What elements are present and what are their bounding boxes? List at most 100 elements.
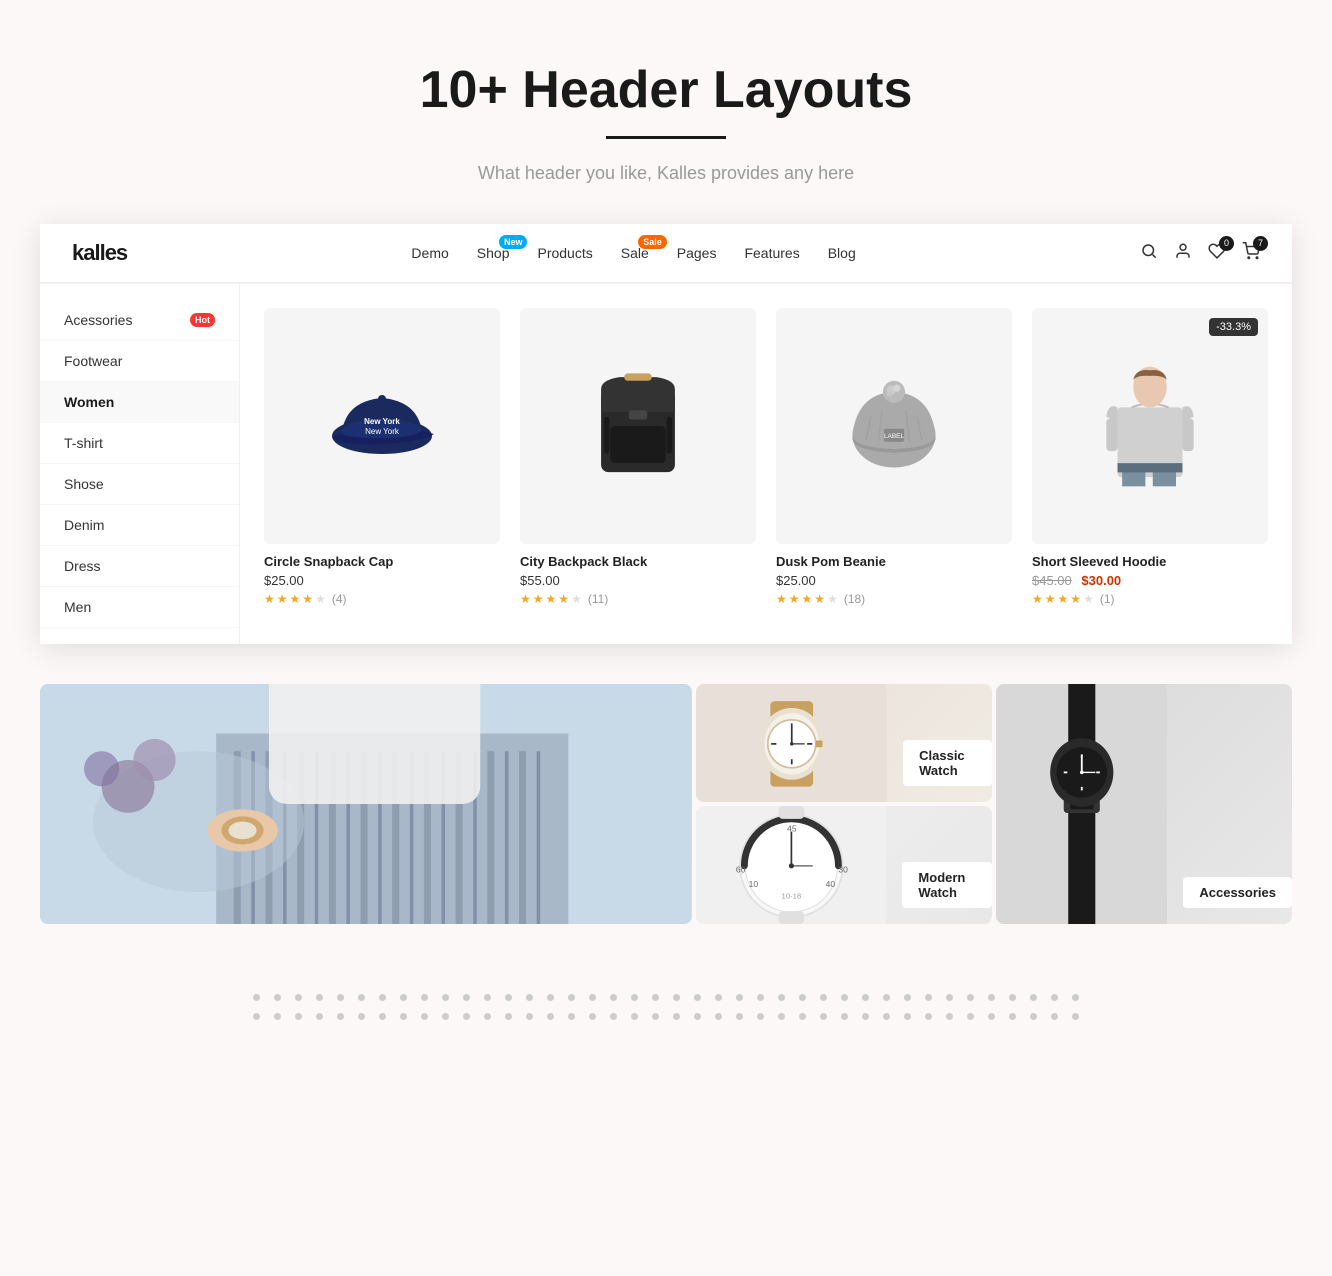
classic-watch-label: Classic Watch — [903, 740, 992, 786]
product-card-cap[interactable]: New York New York Circle Snapback Cap $2… — [264, 308, 500, 620]
dot — [925, 994, 932, 1001]
dot — [799, 1013, 806, 1020]
dot — [610, 994, 617, 1001]
star-1: ★ — [264, 592, 275, 606]
nav-item-demo[interactable]: Demo — [411, 245, 448, 261]
dot — [673, 994, 680, 1001]
dot — [820, 1013, 827, 1020]
star-5: ★ — [1083, 592, 1094, 606]
dot — [1030, 994, 1037, 1001]
sidebar-item-men[interactable]: Men — [40, 587, 239, 628]
nav-item-products[interactable]: Products — [537, 245, 592, 261]
sidebar-item-footwear[interactable]: Footwear — [40, 341, 239, 382]
star-5: ★ — [827, 592, 838, 606]
dot — [841, 994, 848, 1001]
dot — [547, 994, 554, 1001]
logo[interactable]: kalles — [72, 240, 127, 266]
star-2: ★ — [789, 592, 800, 606]
account-button[interactable] — [1174, 242, 1192, 265]
nav-item-shop[interactable]: Shop New — [477, 245, 510, 261]
cat-card-classic-watch[interactable]: Classic Watch — [696, 684, 992, 802]
dot — [988, 1013, 995, 1020]
search-button[interactable] — [1140, 242, 1158, 265]
dot — [295, 1013, 302, 1020]
product-card-beanie[interactable]: LABEL Dusk Pom Beanie $25.00 ★ ★ ★ ★ ★ — [776, 308, 1012, 620]
product-rating: ★ ★ ★ ★ ★ (1) — [1032, 592, 1268, 606]
cart-button[interactable]: 7 — [1242, 242, 1260, 265]
svg-text:10: 10 — [748, 879, 758, 889]
dot — [862, 994, 869, 1001]
hero-divider — [606, 136, 726, 139]
wishlist-button[interactable]: 0 — [1208, 242, 1226, 265]
discount-badge: -33.3% — [1209, 318, 1258, 336]
dropdown-area: Acessories Hot Footwear Women T-shirt Sh… — [40, 283, 1292, 644]
dot — [274, 994, 281, 1001]
dot — [253, 1013, 260, 1020]
nav-item-sale[interactable]: Sale Sale — [621, 245, 649, 261]
sidebar-label: T-shirt — [64, 435, 103, 451]
review-count: (1) — [1100, 592, 1115, 606]
dot — [1009, 994, 1016, 1001]
women-bg — [40, 684, 692, 924]
wishlist-count: 0 — [1219, 236, 1234, 251]
dot — [295, 994, 302, 1001]
product-price: $25.00 — [776, 573, 1012, 588]
sidebar-item-dress[interactable]: Dress — [40, 546, 239, 587]
sidebar-label: Footwear — [64, 353, 122, 369]
hero-subtitle: What header you like, Kalles provides an… — [20, 163, 1312, 184]
star-4: ★ — [1070, 592, 1081, 606]
dot — [1051, 1013, 1058, 1020]
cat-card-modern-watch[interactable]: 10 45 40 30 60 10·18 Modern Watch — [696, 806, 992, 924]
star-2: ★ — [533, 592, 544, 606]
nav-icons: 0 7 — [1140, 242, 1260, 265]
dot — [442, 994, 449, 1001]
product-rating: ★ ★ ★ ★ ★ (18) — [776, 592, 1012, 606]
sidebar-item-women[interactable]: Women — [40, 382, 239, 423]
product-name: Short Sleeved Hoodie — [1032, 554, 1268, 569]
sidebar-item-shose[interactable]: Shose — [40, 464, 239, 505]
sidebar-item-tshirt[interactable]: T-shirt — [40, 423, 239, 464]
nav-item-pages[interactable]: Pages — [677, 245, 717, 261]
dot — [673, 1013, 680, 1020]
sale-price: $30.00 — [1081, 573, 1121, 588]
cat-right-col: Classic Watch 10 45 40 30 60 10·18 — [696, 684, 992, 924]
svg-text:New York: New York — [364, 417, 400, 426]
backpack-svg — [583, 366, 693, 486]
accessories-svg — [996, 684, 1168, 924]
cat-card-accessories[interactable]: Accessories — [996, 684, 1292, 924]
star-5: ★ — [571, 592, 582, 606]
product-card-hoodie[interactable]: -33.3% — [1032, 308, 1268, 620]
dot — [778, 994, 785, 1001]
star-2: ★ — [1045, 592, 1056, 606]
product-image-hoodie: -33.3% — [1032, 308, 1268, 544]
star-1: ★ — [776, 592, 787, 606]
sidebar-item-accessories[interactable]: Acessories Hot — [40, 300, 239, 341]
dot — [337, 994, 344, 1001]
nav-item-blog[interactable]: Blog — [828, 245, 856, 261]
accessories-label: Accessories — [1183, 877, 1292, 908]
dot — [400, 994, 407, 1001]
product-name: City Backpack Black — [520, 554, 756, 569]
category-section: Women Collection — [0, 684, 1332, 964]
sidebar-label: Women — [64, 394, 114, 410]
dots-row-1 — [40, 994, 1292, 1001]
cat-card-women[interactable]: Women Collection — [40, 684, 692, 924]
account-icon — [1174, 242, 1192, 260]
star-1: ★ — [520, 592, 531, 606]
product-card-backpack[interactable]: City Backpack Black $55.00 ★ ★ ★ ★ ★ (11… — [520, 308, 756, 620]
star-3: ★ — [546, 592, 557, 606]
dot — [967, 1013, 974, 1020]
sidebar-label: Men — [64, 599, 91, 615]
dot — [568, 1013, 575, 1020]
cart-count: 7 — [1253, 236, 1268, 251]
product-price: $25.00 — [264, 573, 500, 588]
dot — [778, 1013, 785, 1020]
product-image-cap: New York New York — [264, 308, 500, 544]
sidebar-item-denim[interactable]: Denim — [40, 505, 239, 546]
nav-item-features[interactable]: Features — [744, 245, 799, 261]
dot — [379, 1013, 386, 1020]
sidebar-label: Acessories — [64, 312, 132, 328]
dot — [316, 1013, 323, 1020]
dot — [883, 1013, 890, 1020]
products-grid: New York New York Circle Snapback Cap $2… — [240, 284, 1292, 644]
